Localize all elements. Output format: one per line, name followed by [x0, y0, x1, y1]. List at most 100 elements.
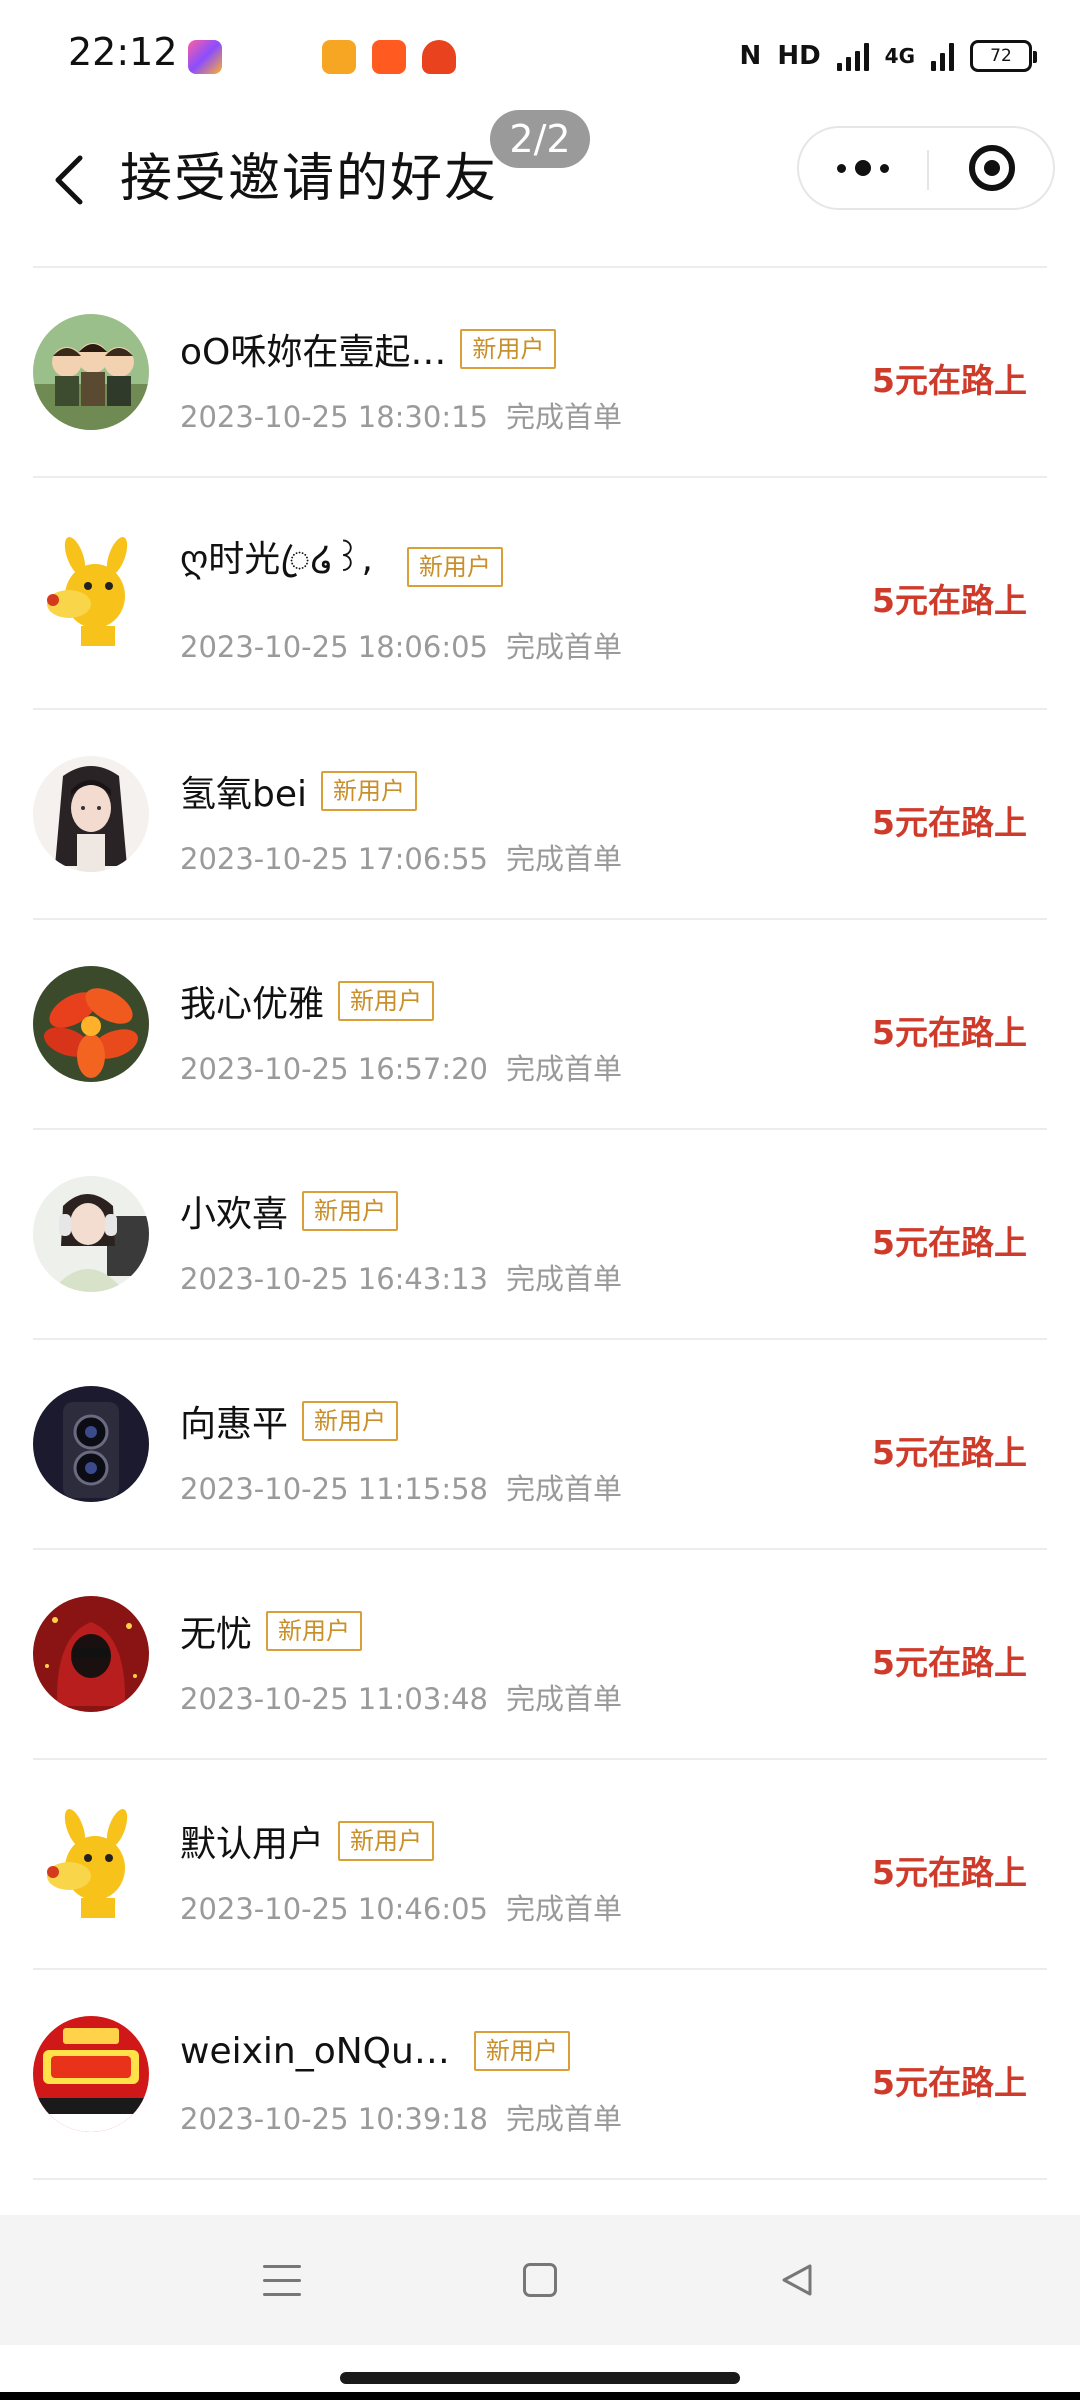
sub-line: 2023-10-25 16:57:20 完成首单 — [180, 1046, 622, 1088]
sub-line: 2023-10-25 16:43:13 完成首单 — [180, 1256, 622, 1298]
friend-name: 氢氧bei — [180, 774, 308, 815]
list-item[interactable]: 小欢喜 新用户 2023-10-25 16:43:13 完成首单 5元在路上 — [33, 1130, 1047, 1340]
list-item[interactable]: 我心优雅 新用户 2023-10-25 16:57:20 完成首单 5元在路上 — [33, 920, 1047, 1130]
list-item[interactable]: oO咊妳在壹起… 新用户 2023-10-25 18:30:15 完成首单 5元在… — [33, 268, 1047, 478]
close-mini-program-button[interactable] — [929, 128, 1055, 208]
avatar — [33, 1386, 149, 1502]
reward-status: 5元在路上 — [872, 2063, 1027, 2102]
new-user-tag: 新用户 — [302, 1401, 399, 1441]
hd-icon: HD — [777, 41, 821, 71]
reward-status: 5元在路上 — [872, 1853, 1027, 1892]
name-line: 无忧 新用户 — [180, 1606, 363, 1656]
invite-datetime: 2023-10-25 18:06:05 — [180, 630, 488, 664]
new-user-tag: 新用户 — [338, 1821, 435, 1861]
nfc-icon: N — [739, 41, 762, 71]
invite-datetime: 2023-10-25 11:15:58 — [180, 1472, 488, 1506]
new-user-tag: 新用户 — [406, 547, 503, 587]
reward-status: 5元在路上 — [872, 1223, 1027, 1262]
avatar — [33, 1806, 149, 1922]
sub-line: 2023-10-25 10:46:05 完成首单 — [180, 1886, 622, 1928]
friend-name: 我心优雅 — [180, 984, 325, 1025]
new-user-tag: 新用户 — [266, 1611, 363, 1651]
friend-name: ღ时光ꦿ໒꒱, — [180, 539, 373, 580]
sub-line: 2023-10-25 18:06:05 完成首单 — [180, 624, 622, 666]
list-item[interactable]: 向惠平 新用户 2023-10-25 11:15:58 完成首单 5元在路上 — [33, 1340, 1047, 1550]
avatar — [33, 314, 149, 430]
system-back-button[interactable] — [738, 2235, 858, 2325]
notes-app-icon — [322, 40, 356, 74]
more-button[interactable] — [799, 128, 927, 208]
home-indicator[interactable] — [340, 2372, 740, 2384]
new-user-tag: 新用户 — [338, 981, 435, 1021]
sub-line: 2023-10-25 10:39:18 完成首单 — [180, 2096, 622, 2138]
invite-datetime: 2023-10-25 17:06:55 — [180, 842, 488, 876]
list-item[interactable]: 无忧 新用户 2023-10-25 11:03:48 完成首单 5元在路上 — [33, 1550, 1047, 1760]
network-type: 4G — [884, 44, 915, 68]
more-dot-icon — [855, 160, 871, 176]
chevron-left-icon — [55, 155, 83, 205]
order-status: 完成首单 — [506, 842, 623, 876]
new-user-tag: 新用户 — [321, 771, 418, 811]
order-status: 完成首单 — [506, 630, 623, 664]
friend-name: 无忧 — [180, 1614, 253, 1655]
invite-datetime: 2023-10-25 11:03:48 — [180, 1682, 488, 1716]
reward-status: 5元在路上 — [872, 1643, 1027, 1682]
list-item[interactable]: weixin_oNQu… 新用户 2023-10-25 10:39:18 完成首单… — [33, 1970, 1047, 2180]
status-indicators: N HD 4G 72 — [739, 36, 1037, 76]
name-line: 小欢喜 新用户 — [180, 1186, 399, 1236]
status-time: 22:12 — [68, 30, 178, 74]
avatar — [33, 966, 149, 1082]
avatar — [33, 1596, 149, 1712]
list-item[interactable]: 氢氧bei 新用户 2023-10-25 17:06:55 完成首单 5元在路上 — [33, 710, 1047, 920]
avatar — [33, 1176, 149, 1292]
sub-line: 2023-10-25 11:03:48 完成首单 — [180, 1676, 622, 1718]
more-dot-icon — [837, 163, 846, 173]
friend-name: 小欢喜 — [180, 1194, 289, 1235]
signal-icon-2 — [931, 41, 954, 71]
yellow-dog-avatar-icon — [33, 534, 149, 650]
name-line: weixin_oNQu… 新用户 — [180, 2026, 570, 2076]
avatar — [33, 534, 149, 650]
order-status: 完成首单 — [506, 1262, 623, 1296]
friend-name: weixin_oNQu… — [180, 2030, 450, 2072]
reward-status: 5元在路上 — [872, 1013, 1027, 1052]
invite-datetime: 2023-10-25 16:57:20 — [180, 1052, 488, 1086]
name-line: 默认用户 新用户 — [180, 1816, 435, 1866]
name-line: 氢氧bei 新用户 — [180, 766, 418, 816]
sub-line: 2023-10-25 17:06:55 完成首单 — [180, 836, 622, 878]
reward-status: 5元在路上 — [872, 581, 1027, 620]
screen: 22:12 N HD 4G 72 接受邀请的好友 2/2 oO咊妳在壹起… 新用… — [0, 0, 1080, 2400]
order-status: 完成首单 — [506, 2102, 623, 2136]
yellow-dog-avatar-icon — [33, 1806, 149, 1922]
reward-status: 5元在路上 — [872, 1433, 1027, 1472]
order-status: 完成首单 — [506, 1892, 623, 1926]
order-status: 完成首单 — [506, 1052, 623, 1086]
page-title: 接受邀请的好友 — [120, 149, 499, 209]
festival-sale-avatar-icon — [33, 2016, 149, 2132]
header: 接受邀请的好友 2/2 — [0, 110, 1080, 260]
friend-list: oO咊妳在壹起… 新用户 2023-10-25 18:30:15 完成首单 5元在… — [33, 266, 1047, 2180]
cartoon-kids-avatar-icon — [33, 314, 149, 430]
signal-icon — [836, 41, 869, 71]
page-indicator-badge: 2/2 — [490, 110, 590, 168]
name-line: 向惠平 新用户 — [180, 1396, 399, 1446]
invite-datetime: 2023-10-25 10:39:18 — [180, 2102, 488, 2136]
mini-program-capsule — [797, 126, 1055, 210]
red-hood-avatar-icon — [33, 1596, 149, 1712]
home-button[interactable] — [480, 2235, 600, 2325]
phone-camera-avatar-icon — [33, 1386, 149, 1502]
triangle-back-icon — [782, 2264, 812, 2296]
sub-line: 2023-10-25 11:15:58 完成首单 — [180, 1466, 622, 1508]
list-item[interactable]: ღ时光ꦿ໒꒱, 新用户 2023-10-25 18:06:05 完成首单 5元在路… — [33, 478, 1047, 710]
menu-lines-icon — [263, 2264, 301, 2296]
back-button[interactable] — [30, 140, 110, 220]
list-item[interactable]: 默认用户 新用户 2023-10-25 10:46:05 完成首单 5元在路上 — [33, 1760, 1047, 1970]
status-bar: 22:12 N HD 4G 72 — [0, 0, 1080, 110]
battery-icon: 72 — [970, 40, 1037, 72]
order-status: 完成首单 — [506, 400, 623, 434]
square-icon — [523, 2263, 557, 2297]
recent-apps-button[interactable] — [222, 2235, 342, 2325]
friend-name: 向惠平 — [180, 1404, 289, 1445]
girl-headphones-avatar-icon — [33, 1176, 149, 1292]
invite-datetime: 2023-10-25 18:30:15 — [180, 400, 488, 434]
